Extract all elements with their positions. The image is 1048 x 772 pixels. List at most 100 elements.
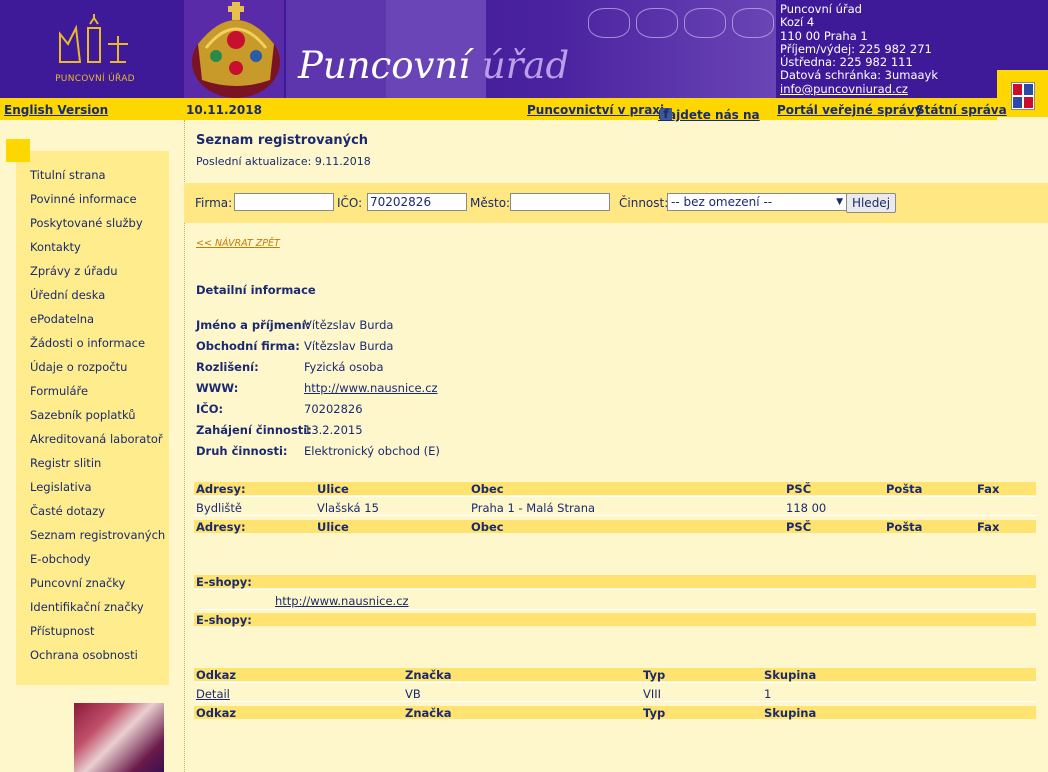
cinnost-select[interactable]: -- bez omezení -- ▼ [667, 193, 847, 211]
czech-coat-of-arms-icon[interactable] [1011, 82, 1035, 110]
table-header: PSČ [786, 520, 812, 534]
back-link[interactable]: << NÁVRAT ZPĚT [196, 238, 280, 249]
sidebar-item-identifikacni-znacky[interactable]: Identifikační značky [30, 600, 144, 614]
cinnost-select-value: -- bez omezení -- [671, 195, 773, 209]
last-update: Poslední aktualizace: 9.11.2018 [196, 155, 371, 168]
sidebar-accent-square [6, 139, 30, 162]
table-header: Skupina [764, 668, 817, 682]
table-cell: Vlašská 15 [317, 501, 379, 515]
table-header: Odkaz [196, 668, 237, 682]
detail-label: Jméno a příjmení: [196, 318, 311, 332]
sidebar-item-povinne-informace[interactable]: Povinné informace [30, 192, 137, 206]
sidebar-item-ochrana-osobnosti[interactable]: Ochrana osobnosti [30, 648, 138, 662]
detail-label: IČO: [196, 402, 224, 416]
detail-label: Druh činnosti: [196, 444, 288, 458]
table-header: Značka [405, 706, 452, 720]
hallmark-icon [684, 8, 726, 38]
logo-text: PUNCOVNÍ ÚŘAD [55, 74, 135, 84]
table-header: PSČ [786, 482, 812, 496]
eshops-header-row [194, 575, 1036, 588]
side-promo-image[interactable] [74, 703, 164, 772]
firma-label: Firma: [195, 196, 233, 210]
detail-label: WWW: [196, 381, 239, 395]
detail-value: 70202826 [304, 402, 363, 416]
table-header: Ulice [317, 520, 349, 534]
table-header: Pošta [886, 520, 923, 534]
site-title: Puncovní úřad [298, 44, 570, 87]
main-content: Seznam registrovaných Poslední aktualiza… [184, 120, 1048, 772]
eshops-header: E-shopy: [196, 613, 252, 627]
sidebar-item-formulare[interactable]: Formuláře [30, 384, 88, 398]
table-header: Typ [643, 668, 666, 682]
sidebar-item-sazebnik[interactable]: Sazebník poplatků [30, 408, 136, 422]
sidebar-item-titulni-strana[interactable]: Titulní strana [30, 168, 106, 182]
eshops-footer-row [194, 613, 1036, 626]
table-cell: 118 00 [786, 501, 827, 515]
table-cell: Praha 1 - Malá Strana [471, 501, 596, 515]
logo-mark-icon [59, 14, 128, 63]
detail-label: Obchodní firma: [196, 339, 300, 353]
facebook-icon[interactable]: f [660, 108, 672, 121]
office-databox: Datová schránka: 3umaayk [780, 68, 939, 83]
sidebar-item-registr-slitin[interactable]: Registr slitin [30, 456, 101, 470]
marks-footer-row [194, 706, 1036, 719]
office-email-link[interactable]: info@puncovniurad.cz [780, 82, 908, 96]
detail-value: Fyzická osoba [304, 360, 384, 374]
detail-value: Vítězslav Burda [304, 339, 394, 353]
mesto-input[interactable] [510, 193, 610, 211]
sidebar-item-puncovni-znacky[interactable]: Puncovní značky [30, 576, 125, 590]
sidebar-item-zpravy[interactable]: Zprávy z úřadu [30, 264, 118, 278]
detail-heading: Detailní informace [196, 283, 316, 297]
mesto-label: Město: [470, 196, 511, 210]
sidebar-item-laborator[interactable]: Akreditovaná laboratoř [30, 432, 163, 446]
logo[interactable]: PUNCOVNÍ ÚŘAD [0, 0, 184, 98]
top-nav-bar: English Version 10.11.2018 Puncovnictví … [0, 98, 1007, 122]
detail-value: 13.2.2015 [304, 423, 363, 437]
detail-value: Vítězslav Burda [304, 318, 394, 332]
sidebar-item-kontakty[interactable]: Kontakty [30, 240, 81, 254]
table-header: Adresy: [196, 520, 246, 534]
page-title: Seznam registrovaných [196, 133, 369, 148]
office-city: 110 00 Praha 1 [780, 28, 868, 43]
sidebar-item-rozpocet[interactable]: Údaje o rozpočtu [30, 360, 127, 374]
cinnost-label: Činnost: [619, 196, 669, 210]
table-header: Fax [977, 520, 1000, 534]
table-header: Ulice [317, 482, 349, 496]
table-header: Typ [643, 706, 666, 720]
search-form: Firma: IČO: Město: Činnost: -- bez omeze… [184, 183, 1048, 223]
table-header: Skupina [764, 706, 817, 720]
nav-link-statni-sprava[interactable]: Státní správa [916, 103, 1007, 117]
sidebar-item-epodatelna[interactable]: ePodatelna [30, 312, 94, 326]
crown-image [184, 0, 284, 98]
table-cell: 1 [764, 687, 772, 701]
sidebar-item-pristupnost[interactable]: Přístupnost [30, 624, 95, 638]
marks-header-row [194, 668, 1036, 681]
detail-value: Elektronický obchod (E) [304, 444, 440, 458]
eshop-link[interactable]: http://www.nausnice.cz [275, 594, 409, 608]
table-header: Pošta [886, 482, 923, 496]
chevron-down-icon: ▼ [836, 197, 843, 207]
website-link[interactable]: http://www.nausnice.cz [304, 381, 438, 395]
sidebar-item-e-obchody[interactable]: E-obchody [30, 552, 91, 566]
sidebar-item-caste-dotazy[interactable]: Časté dotazy [30, 504, 105, 518]
search-button[interactable]: Hledej [846, 193, 896, 213]
nav-link-portal[interactable]: Portál veřejné správy [777, 103, 922, 117]
sidebar-item-seznam-registrovanych[interactable]: Seznam registrovaných [30, 528, 165, 542]
office-name: Puncovní úřad [780, 2, 862, 16]
table-header: Značka [405, 668, 452, 682]
sidebar-item-legislativa[interactable]: Legislativa [30, 480, 92, 494]
sidebar-item-poskytovane-sluzby[interactable]: Poskytované služby [30, 216, 143, 230]
hallmark-icon [636, 8, 678, 38]
hallmark-icon [732, 8, 774, 38]
ico-input[interactable] [367, 193, 467, 211]
sidebar-item-zadosti[interactable]: Žádosti o informace [30, 336, 145, 350]
table-header: Obec [471, 520, 504, 534]
sidebar-item-uredni-deska[interactable]: Úřední deska [30, 288, 105, 302]
firma-input[interactable] [234, 193, 334, 211]
office-street: Kozí 4 [780, 15, 815, 30]
mark-detail-link[interactable]: Detail [196, 687, 230, 701]
table-header: Odkaz [196, 706, 237, 720]
detail-label: Zahájení činnosti: [196, 423, 312, 437]
nav-link-puncovnictvi[interactable]: Puncovnictví v praxi [527, 103, 664, 117]
english-version-link[interactable]: English Version [4, 103, 108, 117]
